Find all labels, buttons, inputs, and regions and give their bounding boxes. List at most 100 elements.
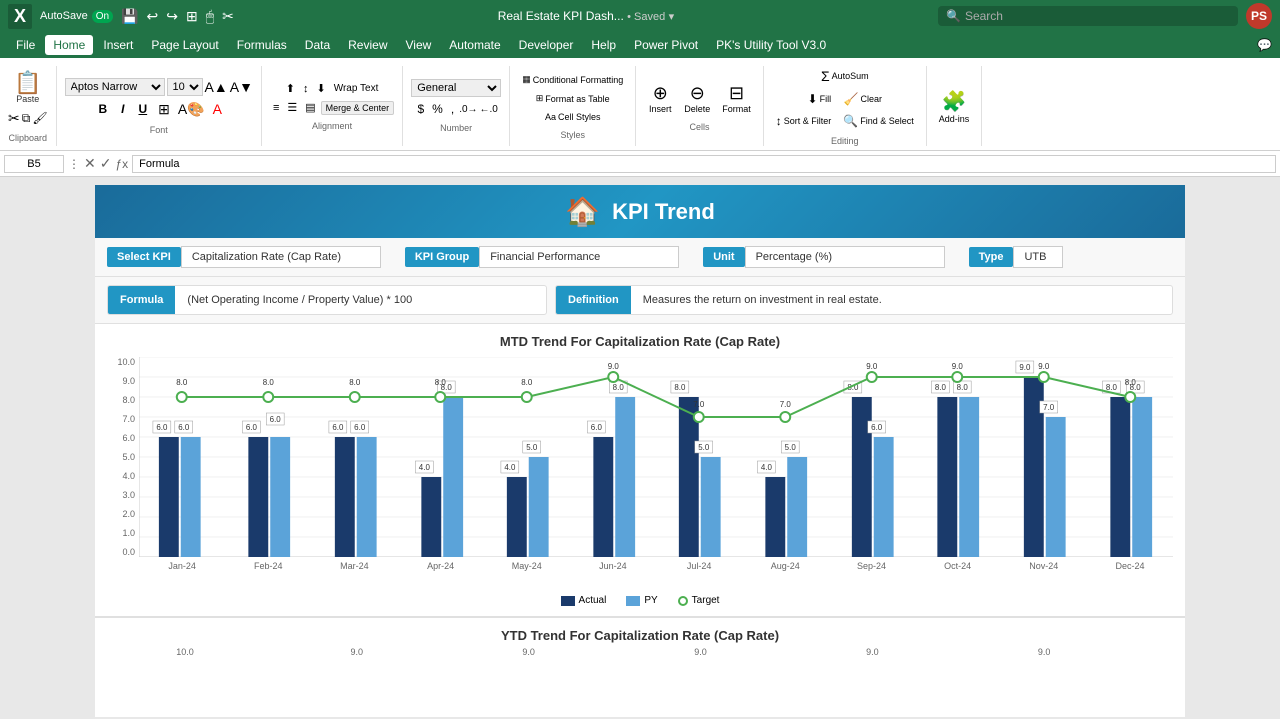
align-bottom-icon[interactable]: ⬇	[313, 81, 328, 96]
align-center-icon[interactable]: ☰	[284, 100, 300, 115]
type-label: Type	[969, 247, 1014, 267]
mtd-chart-legend: Actual PY Target	[107, 595, 1173, 606]
formula-confirm-icon[interactable]: ✓	[100, 155, 112, 172]
menu-insert[interactable]: Insert	[95, 35, 141, 55]
unit-value[interactable]: Percentage (%)	[745, 246, 945, 268]
bold-button[interactable]: B	[92, 100, 113, 118]
controls-row: Select KPI Capitalization Rate (Cap Rate…	[95, 238, 1185, 277]
fill-color-icon[interactable]: A🎨	[175, 100, 208, 119]
kpi-title-text: KPI Trend	[612, 199, 715, 225]
clear-button[interactable]: 🧹 Clear	[840, 90, 886, 108]
border-icon[interactable]: ⊞	[155, 100, 173, 119]
formula-input[interactable]	[132, 155, 1276, 173]
decrease-decimal-icon[interactable]: ←.0	[480, 104, 498, 115]
comma-icon[interactable]: ,	[448, 101, 457, 117]
wrap-text-icon[interactable]: Wrap Text	[331, 82, 382, 95]
menu-formulas[interactable]: Formulas	[229, 35, 295, 55]
italic-button[interactable]: I	[115, 100, 130, 118]
menu-power-pivot[interactable]: Power Pivot	[626, 35, 706, 55]
menu-data[interactable]: Data	[297, 35, 338, 55]
menu-view[interactable]: View	[398, 35, 440, 55]
kpi-group-value[interactable]: Financial Performance	[479, 246, 679, 268]
search-bar[interactable]: 🔍 Search	[938, 6, 1238, 26]
house-icon: 🏠	[565, 195, 600, 228]
align-right-icon[interactable]: ▤	[302, 100, 318, 115]
conditional-formatting-button[interactable]: ▦ Conditional Formatting	[518, 72, 627, 87]
autosave-toggle[interactable]: On	[92, 10, 113, 23]
formula-cancel-icon[interactable]: ✕	[84, 155, 96, 172]
menu-review[interactable]: Review	[340, 35, 395, 55]
delete-cells-button[interactable]: ⊖ Delete	[680, 81, 714, 116]
autosave-value: On	[96, 11, 109, 22]
x-label-feb: Feb-24	[225, 557, 311, 587]
menu-pk-utility[interactable]: PK's Utility Tool V3.0	[708, 35, 834, 55]
bar-aug-py	[787, 457, 807, 557]
find-select-button[interactable]: 🔍 Find & Select	[839, 112, 917, 130]
conditional-formatting-icon: ▦	[522, 74, 531, 85]
comment-icon[interactable]: 💬	[1257, 38, 1272, 52]
delete-cells-label: Delete	[684, 104, 710, 114]
y-label-8: 8.0	[122, 395, 135, 405]
copy-icon[interactable]: ⧉	[22, 111, 31, 126]
svg-text:6.0: 6.0	[178, 423, 190, 432]
menu-home[interactable]: Home	[45, 35, 93, 55]
formula-expand-icon[interactable]: ƒx	[115, 157, 128, 171]
bar-jan-py	[181, 437, 201, 557]
toolbar-redo[interactable]: ↪	[166, 8, 178, 25]
font-increase-icon[interactable]: A▲	[205, 79, 228, 95]
menu-bar: File Home Insert Page Layout Formulas Da…	[0, 32, 1280, 58]
ribbon-alignment-group: ⬆ ↕ ⬇ Wrap Text ≡ ☰ ▤ Merge & Center Ali…	[262, 66, 403, 146]
y-label-7: 7.0	[122, 414, 135, 424]
menu-file[interactable]: File	[8, 35, 43, 55]
svg-text:6.0: 6.0	[270, 415, 282, 424]
select-kpi-value[interactable]: Capitalization Rate (Cap Rate)	[181, 246, 381, 268]
y-axis: 0.0 1.0 2.0 3.0 4.0 5.0 6.0 7.0 8.0 9.0 …	[107, 357, 139, 557]
font-color-icon[interactable]: A	[210, 100, 225, 118]
toolbar-save[interactable]: 💾	[121, 8, 138, 25]
fill-button[interactable]: ⬇ Fill	[804, 90, 836, 108]
format-cells-button[interactable]: ⊟ Format	[718, 81, 755, 116]
paste-button[interactable]: 📋 Paste	[10, 70, 45, 106]
mtd-chart-title: MTD Trend For Capitalization Rate (Cap R…	[107, 334, 1173, 349]
underline-button[interactable]: U	[132, 100, 153, 118]
number-label: Number	[440, 123, 472, 133]
percent-icon[interactable]: %	[429, 101, 446, 117]
insert-cells-button[interactable]: ⊕ Insert	[644, 81, 676, 116]
menu-help[interactable]: Help	[583, 35, 624, 55]
type-group: Type UTB	[969, 246, 1064, 268]
svg-text:7.0: 7.0	[780, 400, 792, 409]
ytd-val-5: 9.0	[486, 647, 572, 657]
cut-icon[interactable]: ✂	[8, 110, 20, 127]
merge-center-button[interactable]: Merge & Center	[321, 101, 395, 115]
user-avatar[interactable]: PS	[1246, 3, 1272, 29]
align-top-icon[interactable]: ⬆	[283, 81, 298, 96]
formula-bar-name-icon[interactable]: ⋮	[68, 157, 80, 171]
cell-styles-button[interactable]: Aa Cell Styles	[541, 110, 605, 124]
type-value[interactable]: UTB	[1013, 246, 1063, 268]
font-size-select[interactable]: 10	[167, 78, 203, 96]
addins-button[interactable]: 🧩 Add-ins	[935, 87, 974, 126]
toolbar-cursor[interactable]: 🖱	[206, 8, 214, 25]
autosum-button[interactable]: Σ AutoSum	[817, 66, 873, 86]
currency-icon[interactable]: $	[414, 101, 427, 117]
increase-decimal-icon[interactable]: .0→	[459, 104, 477, 115]
format-as-table-button[interactable]: ⊞ Format as Table	[532, 91, 614, 106]
align-middle-icon[interactable]: ↕	[300, 82, 312, 96]
ytd-val-9: 9.0	[829, 647, 915, 657]
mtd-chart-area: 0.0 1.0 2.0 3.0 4.0 5.0 6.0 7.0 8.0 9.0 …	[107, 357, 1173, 587]
menu-automate[interactable]: Automate	[441, 35, 508, 55]
format-painter-icon[interactable]: 🖌	[32, 111, 47, 125]
menu-developer[interactable]: Developer	[511, 35, 582, 55]
align-left-icon[interactable]: ≡	[270, 101, 282, 115]
ribbon-clipboard-group: 📋 Paste ✂ ⧉ 🖌 Clipboard	[0, 66, 57, 146]
sort-filter-button[interactable]: ↕ Sort & Filter	[772, 112, 836, 130]
font-family-select[interactable]: Aptos Narrow	[65, 78, 165, 96]
toolbar-undo[interactable]: ↩	[147, 8, 159, 25]
toolbar-grid[interactable]: ⊞	[186, 8, 198, 25]
toolbar-cut[interactable]: ✂	[222, 8, 234, 25]
cell-reference-input[interactable]	[4, 155, 64, 173]
menu-page-layout[interactable]: Page Layout	[143, 35, 226, 55]
search-placeholder: Search	[965, 9, 1003, 23]
number-format-select[interactable]: General	[411, 79, 501, 97]
font-decrease-icon[interactable]: A▼	[230, 79, 253, 95]
